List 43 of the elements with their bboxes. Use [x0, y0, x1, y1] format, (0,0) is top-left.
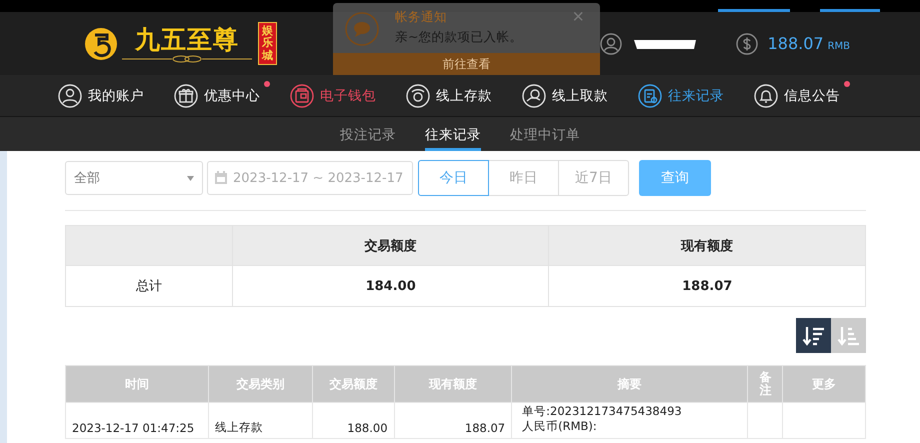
ornament-icon [122, 54, 252, 62]
sub-tab[interactable]: 投注记录 [340, 117, 396, 151]
currency-label: RMB [828, 41, 850, 52]
type-select[interactable]: 全部 [65, 161, 203, 195]
bell-icon [754, 84, 778, 108]
brand-tag: 娱乐城 [258, 22, 277, 65]
caret-icon [187, 176, 194, 180]
date-preset-button[interactable]: 今日 [418, 160, 489, 196]
gift-icon [174, 84, 198, 108]
logo-icon [84, 26, 118, 60]
sub-tab[interactable]: 往来记录 [425, 117, 481, 151]
nav-item[interactable]: 线上存款 [400, 82, 500, 108]
table-cell: 单号:202312173475438493 人民币(RMB): [512, 402, 748, 438]
balance-amount: 188.07 [768, 34, 824, 53]
view-button[interactable]: 前往查看 [333, 53, 600, 75]
column-header: 交易额度 [232, 226, 549, 266]
table-cell: 总计 [66, 266, 232, 306]
person-icon [58, 84, 82, 108]
sort-icon [836, 324, 860, 346]
nav-item[interactable]: 我的账户 [52, 82, 152, 108]
dollar-icon [736, 32, 758, 54]
notification-title: 帐务通知 [395, 9, 447, 26]
nav-item[interactable]: 信息公告 [748, 82, 848, 108]
clipboard-icon [638, 84, 662, 108]
table-cell: 2023-12-17 01:47:25 [66, 402, 209, 438]
chat-icon [345, 12, 379, 46]
sub-tab[interactable]: 处理中订单 [510, 117, 580, 151]
table-cell: 188.00 [312, 402, 394, 438]
calendar-icon [214, 171, 228, 185]
table-cell: 188.07 [548, 266, 866, 306]
column-header: 现有额度 [548, 226, 866, 266]
user-icon [600, 32, 622, 54]
nav-item[interactable]: 线上取款 [516, 82, 616, 108]
nav-item[interactable]: 优惠中心 [168, 82, 268, 108]
table-cell: 184.00 [232, 266, 549, 306]
brand-name: 九五至尊 [135, 24, 239, 54]
table-cell: 线上存款 [208, 402, 312, 438]
nav-item[interactable]: 往来记录 [632, 82, 732, 108]
table-cell: 188.07 [394, 402, 512, 438]
wallet-icon [290, 84, 314, 108]
sort-button[interactable] [796, 318, 831, 353]
sort-icon [802, 324, 826, 346]
nav-item[interactable]: 电子钱包 [284, 82, 384, 108]
